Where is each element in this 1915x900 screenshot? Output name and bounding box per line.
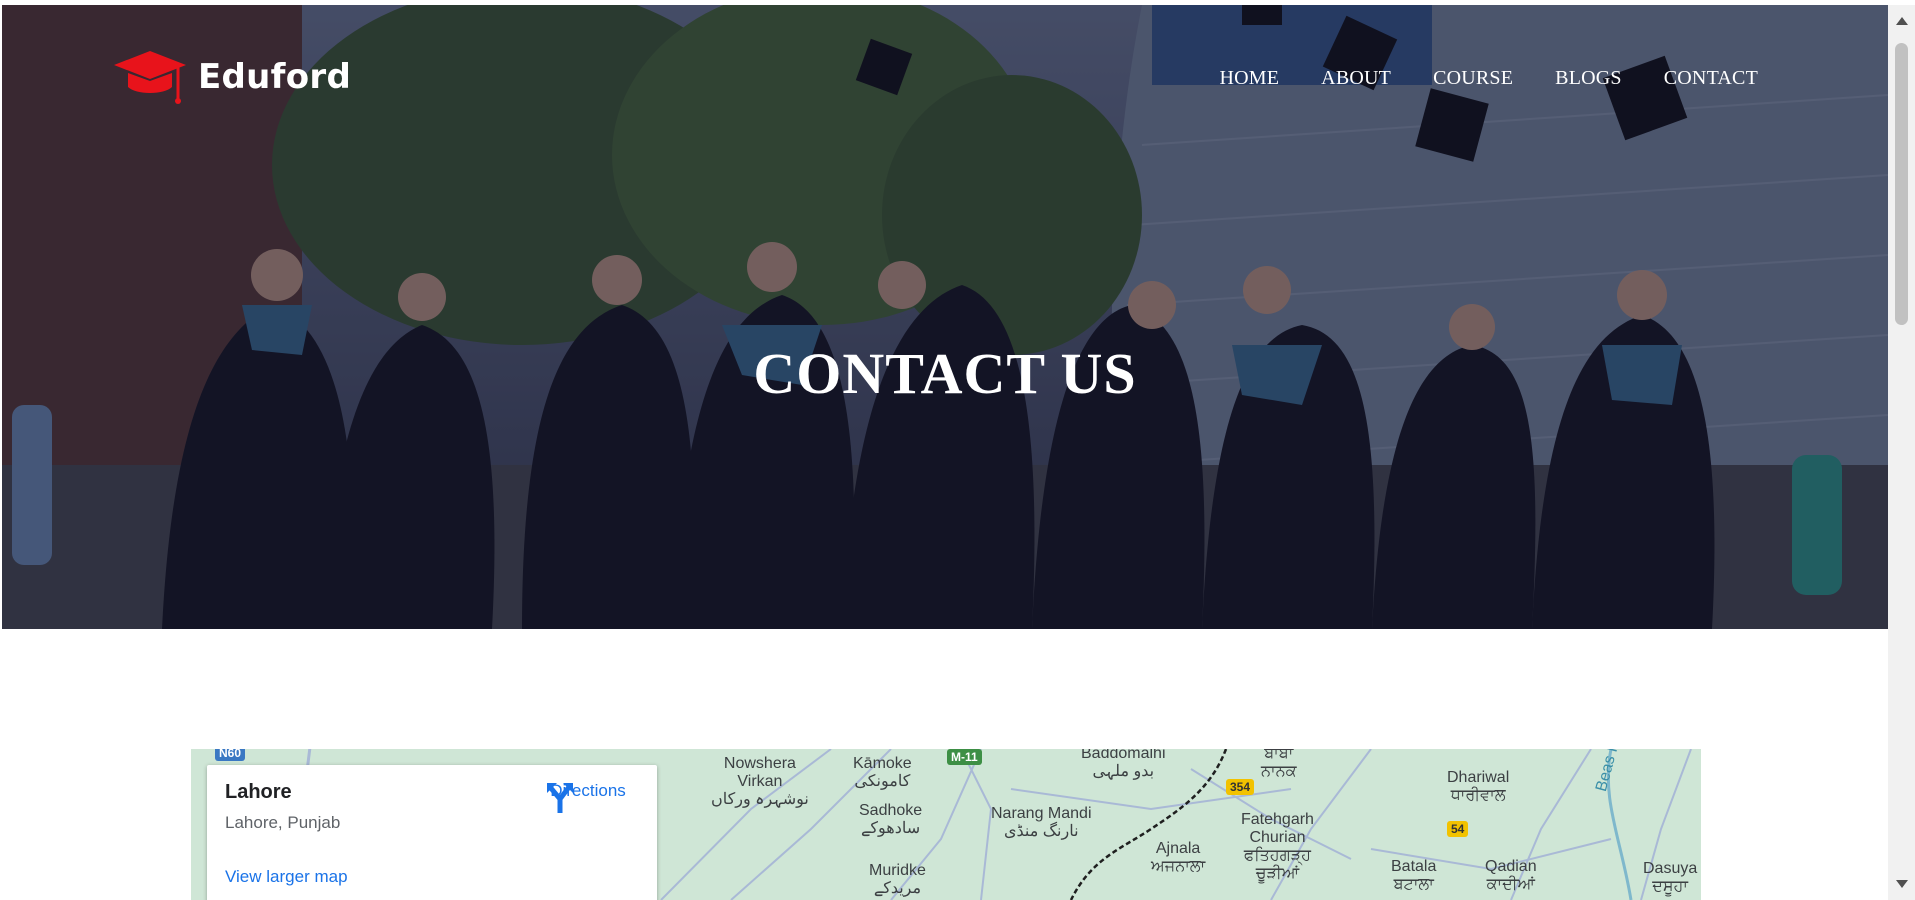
scrollbar-thumb[interactable] <box>1895 43 1908 325</box>
embedded-map[interactable]: N60 M-11 354 54 Nowshera Virkan نوشہرہ و… <box>191 749 1701 900</box>
nav-blogs[interactable]: BLOGS <box>1555 67 1622 90</box>
nav-about[interactable]: ABOUT <box>1321 67 1391 90</box>
scroll-down-arrow-icon[interactable] <box>1896 880 1908 888</box>
place-title: Lahore <box>225 781 292 803</box>
map-label-baddomalhi: Baddomalhi بدو ملہی <box>1081 749 1166 780</box>
hero-banner: Eduford HOME ABOUT COURSE BLOGS CONTACT … <box>2 5 1888 629</box>
view-larger-map-link[interactable]: View larger map <box>225 867 348 887</box>
place-subtitle: Lahore, Punjab <box>225 813 341 832</box>
map-label-narang-mandi: Narang Mandi نارنگ منڈی <box>991 805 1092 840</box>
road-badge-m11: M-11 <box>947 749 982 765</box>
page-frame: Eduford HOME ABOUT COURSE BLOGS CONTACT … <box>2 5 1888 900</box>
map-label-baba-nanak: ਬਾਬਾ ਨਾਨਕ <box>1261 749 1297 780</box>
map-label-batala: Batala ਬਟਾਲਾ <box>1391 858 1437 893</box>
map-label-fatehgarh: Fatehgarh Churian ਫਤਿਹਗੜ੍ਹ ਚੂੜੀਆਂ <box>1241 811 1314 882</box>
road-badge-54: 54 <box>1447 821 1469 837</box>
map-place-card: Lahore Lahore, Punjab View larger map Di… <box>207 765 657 900</box>
map-label-dhariwal: Dhariwal ਧਾਰੀਵਾਲ <box>1447 769 1510 804</box>
directions-button[interactable]: Directions <box>545 781 631 813</box>
road-badge-354: 354 <box>1226 779 1255 795</box>
main-navigation: HOME ABOUT COURSE BLOGS CONTACT <box>1219 67 1758 90</box>
map-label-kamoke: Kāmoke کامونکی <box>853 755 912 790</box>
page-title: CONTACT US <box>753 340 1137 406</box>
map-label-dasuya: Dasuya ਦਸੂਹਾ <box>1643 860 1698 895</box>
road-badge-n60: N60 <box>215 749 246 761</box>
map-label-muridke: Muridke مریدکے <box>869 862 926 897</box>
nav-contact[interactable]: CONTACT <box>1664 67 1758 90</box>
page-scrollbar[interactable] <box>1888 5 1915 900</box>
map-label-qadian: Qadian ਕਾਦੀਆਂ <box>1485 858 1537 893</box>
map-label-ajnala: Ajnala ਅਜਨਾਲਾ <box>1151 840 1206 875</box>
brand-logo[interactable]: Eduford <box>114 47 351 107</box>
scroll-up-arrow-icon[interactable] <box>1896 17 1908 25</box>
directions-icon <box>547 783 573 813</box>
map-label-sadhoke: Sadhoke سادھوکے <box>859 802 923 837</box>
brand-name: Eduford <box>198 57 352 97</box>
graduation-cap-icon <box>114 51 186 104</box>
nav-course[interactable]: COURSE <box>1433 67 1513 90</box>
map-label-nowshera: Nowshera Virkan نوشہرہ ورکاں <box>711 755 809 808</box>
nav-home[interactable]: HOME <box>1219 67 1279 90</box>
